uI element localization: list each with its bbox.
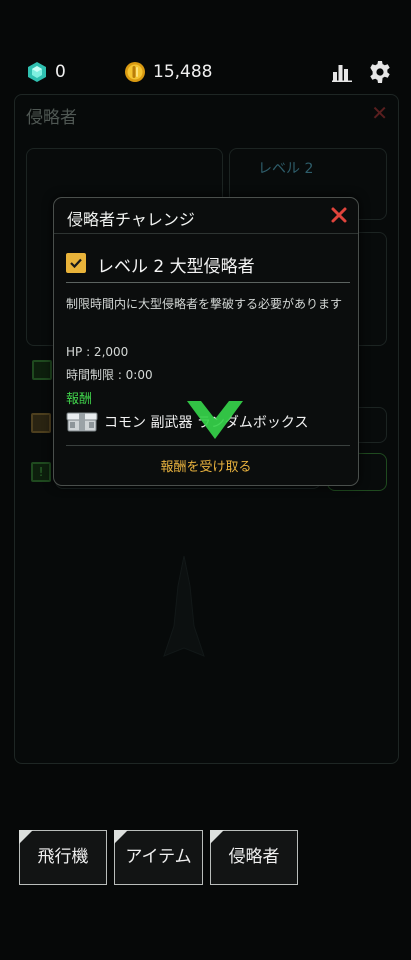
tab-invaders-label: 侵略者: [228, 847, 280, 867]
random-box-icon: [66, 412, 98, 432]
close-icon[interactable]: [330, 206, 348, 224]
gem-count: 0: [55, 62, 66, 82]
title-divider: [54, 233, 358, 234]
ship-silhouette: [163, 556, 205, 657]
coin-count: 15,488: [153, 62, 213, 82]
hp-value: HP : 2,000: [66, 345, 129, 359]
reward-divider: [66, 445, 350, 446]
panel-close-icon[interactable]: ✕: [371, 101, 388, 125]
reward-label: 報酬: [66, 392, 93, 407]
panel-title: 侵略者: [26, 108, 77, 128]
tab-items[interactable]: アイテム: [114, 830, 203, 885]
gear-icon[interactable]: [368, 60, 392, 84]
modal-title: 侵略者チャレンジ: [67, 210, 195, 229]
chevron-down-icon: [187, 401, 243, 439]
tab-items-label: アイテム: [125, 847, 192, 867]
time-limit-value: 時間制限 : 0:00: [66, 368, 153, 382]
stats-icon[interactable]: [332, 62, 352, 82]
coin-icon: [125, 62, 145, 82]
tab-corner-mark: [19, 830, 33, 844]
tab-airplane[interactable]: 飛行機: [19, 830, 107, 885]
level-checkbox[interactable]: [66, 253, 86, 273]
game-screen: 0 15,488 侵略者 ✕ レベル 2 ! 侵略者チャレンジ レベル 2 大型…: [0, 0, 411, 960]
tab-corner-mark: [210, 830, 224, 844]
challenge-description: 制限時間内に大型侵略者を撃破する必要があります: [66, 297, 343, 311]
gem-icon: [28, 62, 46, 82]
tab-corner-mark: [114, 830, 128, 844]
level-divider: [66, 282, 350, 283]
tab-airplane-label: 飛行機: [37, 847, 89, 867]
level-label: レベル 2: [258, 161, 314, 177]
alert-icon: !: [31, 462, 51, 482]
checkmark-icon: [70, 258, 82, 269]
resource-bar: 0 15,488: [0, 56, 411, 90]
shield-status-icon: [32, 360, 52, 380]
claim-reward-button[interactable]: 報酬を受け取る: [54, 456, 358, 475]
tab-invaders[interactable]: 侵略者: [210, 830, 298, 885]
challenge-checkbox[interactable]: [31, 413, 51, 433]
invader-challenge-modal: 侵略者チャレンジ レベル 2 大型侵略者 制限時間内に大型侵略者を撃破する必要が…: [53, 197, 359, 486]
level-title: レベル 2 大型侵略者: [97, 257, 255, 277]
